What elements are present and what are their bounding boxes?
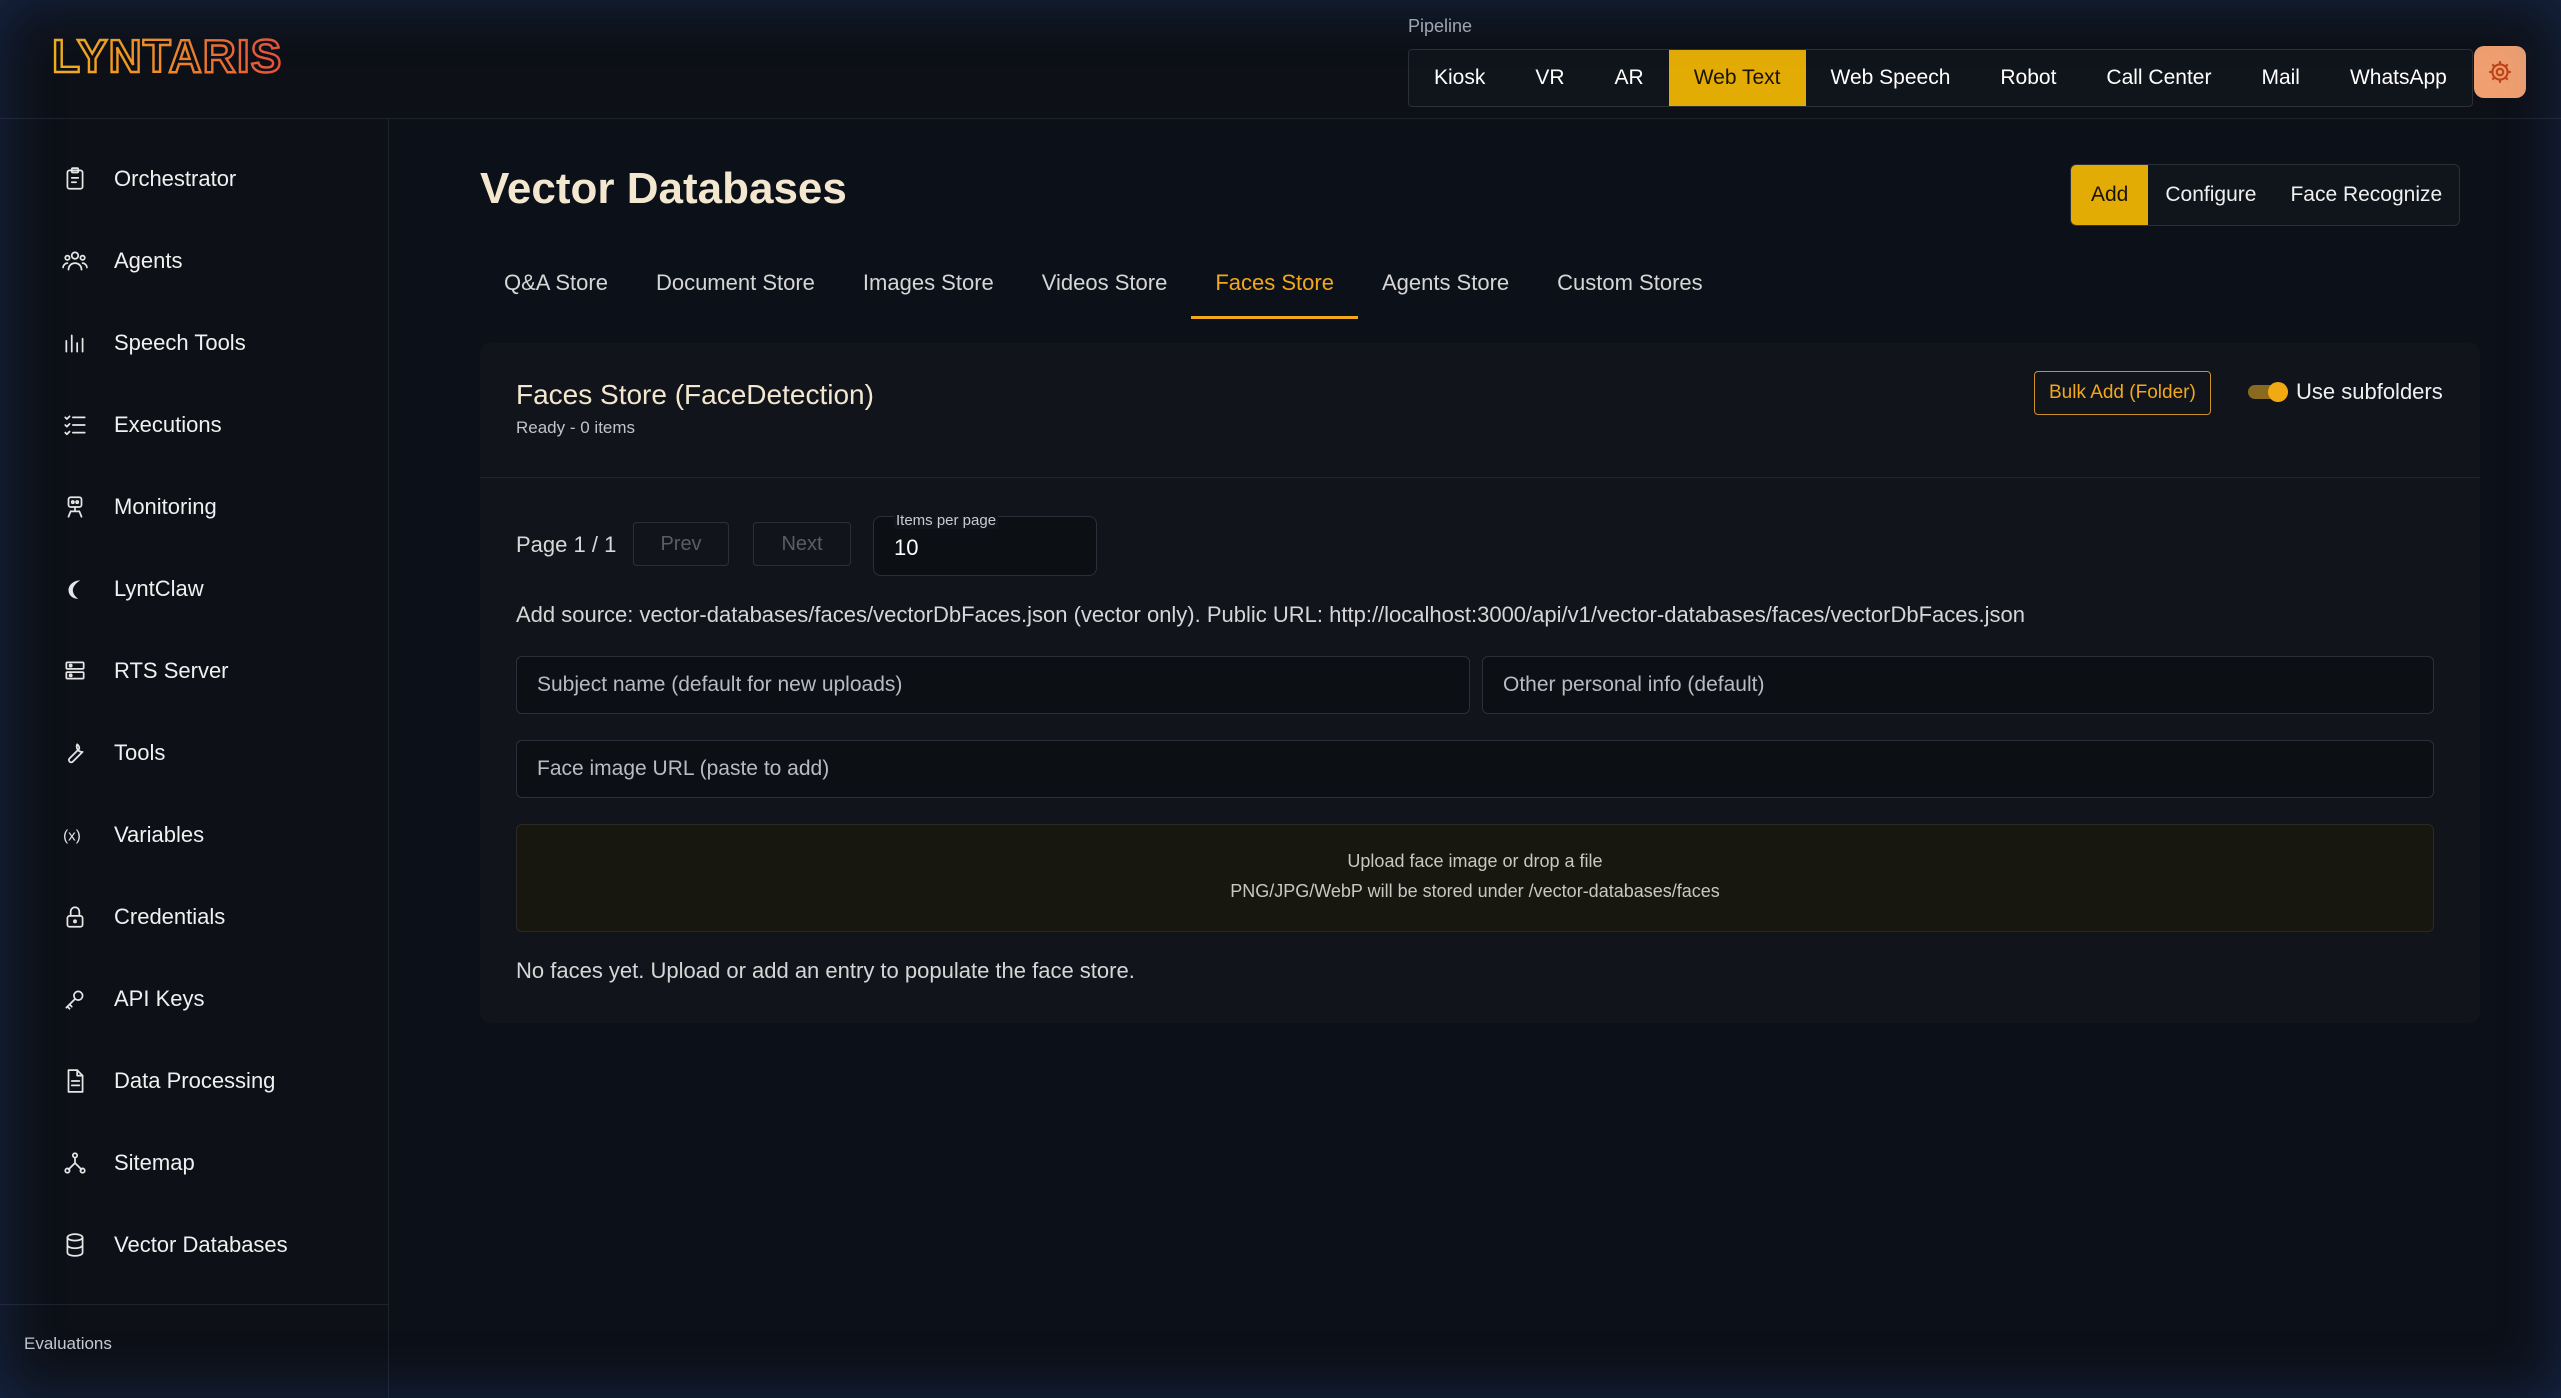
sidebar-section-evaluations: Evaluations [24, 1334, 112, 1353]
tab-document-store[interactable]: Document Store [632, 250, 839, 316]
clipboard-icon [60, 164, 90, 194]
tab-custom-stores[interactable]: Custom Stores [1533, 250, 1727, 316]
document-icon [60, 1066, 90, 1096]
pipeline-whatsapp[interactable]: WhatsApp [2325, 50, 2472, 106]
pipeline-mail[interactable]: Mail [2236, 50, 2325, 106]
pipeline-vr[interactable]: VR [1510, 50, 1589, 106]
sidebar-item-label: Agents [114, 248, 183, 273]
settings-button[interactable] [2474, 46, 2526, 98]
sidebar-item-label: Vector Databases [114, 1232, 288, 1257]
users-icon [60, 246, 90, 276]
face-upload-dropzone[interactable]: Upload face image or drop a file PNG/JPG… [516, 824, 2434, 932]
wrench-icon [60, 738, 90, 768]
sidebar-item-label: Monitoring [114, 494, 217, 519]
pipeline-web-text[interactable]: Web Text [1668, 50, 1806, 106]
pipeline-selector: Kiosk VR AR Web Text Web Speech Robot Call Cen… [1408, 49, 2473, 107]
sidebar-item-label: Speech Tools [114, 330, 246, 355]
tab-images-store[interactable]: Images Store [839, 250, 1018, 316]
items-per-page-label: Items per page [894, 512, 999, 529]
sidebar-item-label: Credentials [114, 904, 226, 929]
sidebar-item-speech-tools[interactable]: Speech Tools [0, 313, 388, 373]
card-title: Faces Store (FaceDetection) [516, 379, 874, 410]
pipeline-robot[interactable]: Robot [1975, 50, 2081, 106]
tab-qanda-store[interactable]: Q&A Store [480, 250, 632, 316]
use-subfolders-label: Use subfolders [2296, 379, 2443, 404]
upload-instruction: Upload face image or drop a file [1347, 851, 1603, 871]
sidebar-item-label: LyntClaw [114, 576, 204, 601]
top-header: LYNTARIS Pipeline Kiosk VR AR Web Text Web S… [0, 0, 2561, 119]
configure-button[interactable]: Configure [2148, 165, 2273, 225]
key-icon [60, 984, 90, 1014]
face-image-url-input[interactable] [516, 740, 2434, 798]
svg-text:LYNTARIS: LYNTARIS [52, 30, 282, 82]
lyntaris-logo[interactable]: LYNTARIS [52, 30, 304, 82]
sidebar-item-rts-server[interactable]: RTS Server [0, 641, 388, 701]
sidebar-item-label: Tools [114, 740, 166, 765]
sidebar-item-data-processing[interactable]: Data Processing [0, 1051, 388, 1111]
variable-icon: (x) [60, 820, 90, 850]
card-divider [480, 477, 2480, 478]
tab-videos-store[interactable]: Videos Store [1018, 250, 1192, 316]
database-icon [60, 1230, 90, 1260]
prev-page-button[interactable]: Prev [633, 522, 729, 566]
pipeline-kiosk[interactable]: Kiosk [1409, 50, 1510, 106]
gear-icon [2489, 61, 2511, 83]
upload-format-note: PNG/JPG/WebP will be stored under /vecto… [1230, 881, 1720, 901]
tab-agents-store[interactable]: Agents Store [1358, 250, 1533, 316]
items-per-page-value: 10 [894, 535, 919, 560]
sidebar-item-label: Data Processing [114, 1068, 276, 1093]
store-status: Ready - 0 items [516, 418, 636, 437]
claw-icon [60, 574, 90, 604]
robot-icon [60, 492, 90, 522]
tab-faces-store[interactable]: Faces Store [1191, 250, 1358, 319]
sidebar-item-executions[interactable]: Executions [0, 395, 388, 455]
sidebar-item-label: API Keys [114, 986, 205, 1011]
add-source-info: Add source: vector-databases/faces/vecto… [516, 602, 2025, 627]
use-subfolders-toggle[interactable] [2248, 382, 2292, 402]
pipeline-label: Pipeline [1408, 16, 1473, 36]
sidebar-item-variables[interactable]: (x) Variables [0, 805, 388, 865]
server-icon [60, 656, 90, 686]
store-tabs: Q&A Store Document Store Images Store Video… [480, 250, 1727, 319]
face-recognize-button[interactable]: Face Recognize [2273, 165, 2459, 225]
faces-store-card: Faces Store (FaceDetection) Ready - 0 it… [480, 343, 2480, 1023]
svg-text:(x): (x) [63, 827, 81, 844]
pipeline-call-center[interactable]: Call Center [2081, 50, 2236, 106]
sidebar-item-tools[interactable]: Tools [0, 723, 388, 783]
sidebar-item-lyntclaw[interactable]: LyntClaw [0, 559, 388, 619]
lock-icon [60, 902, 90, 932]
action-group: Add Configure Face Recognize [2070, 164, 2461, 226]
sidebar-item-label: Orchestrator [114, 166, 237, 191]
sidebar-item-label: Executions [114, 412, 222, 437]
pipeline-web-speech[interactable]: Web Speech [1806, 50, 1976, 106]
sidebar-item-sitemap[interactable]: Sitemap [0, 1133, 388, 1193]
list-check-icon [60, 410, 90, 440]
sidebar-item-agents[interactable]: Agents [0, 231, 388, 291]
page-info: Page 1 / 1 [516, 532, 617, 557]
pipeline-ar[interactable]: AR [1590, 50, 1669, 106]
sidebar-item-label: Sitemap [114, 1150, 195, 1175]
add-button[interactable]: Add [2071, 165, 2149, 225]
sidebar-item-monitoring[interactable]: Monitoring [0, 477, 388, 537]
sidebar-item-api-keys[interactable]: API Keys [0, 969, 388, 1029]
sidebar-item-orchestrator[interactable]: Orchestrator [0, 149, 388, 209]
sidebar-item-label: Variables [114, 822, 205, 847]
sitemap-icon [60, 1148, 90, 1178]
items-per-page-select[interactable]: Items per page 10 [873, 512, 1097, 576]
bulk-add-folder-button[interactable]: Bulk Add (Folder) [2034, 371, 2211, 415]
sidebar-item-label: RTS Server [114, 658, 229, 683]
subject-name-input[interactable] [516, 656, 1470, 714]
page-title: Vector Databases [480, 164, 847, 213]
other-personal-info-input[interactable] [1482, 656, 2434, 714]
empty-state-message: No faces yet. Upload or add an entry to … [516, 958, 1135, 983]
sidebar: Orchestrator Agents Speech Tools Executions… [0, 119, 389, 1398]
sidebar-item-vector-databases[interactable]: Vector Databases [0, 1215, 388, 1275]
next-page-button[interactable]: Next [753, 522, 851, 566]
bar-chart-icon [60, 328, 90, 358]
sidebar-divider [0, 1304, 388, 1305]
sidebar-item-credentials[interactable]: Credentials [0, 887, 388, 947]
